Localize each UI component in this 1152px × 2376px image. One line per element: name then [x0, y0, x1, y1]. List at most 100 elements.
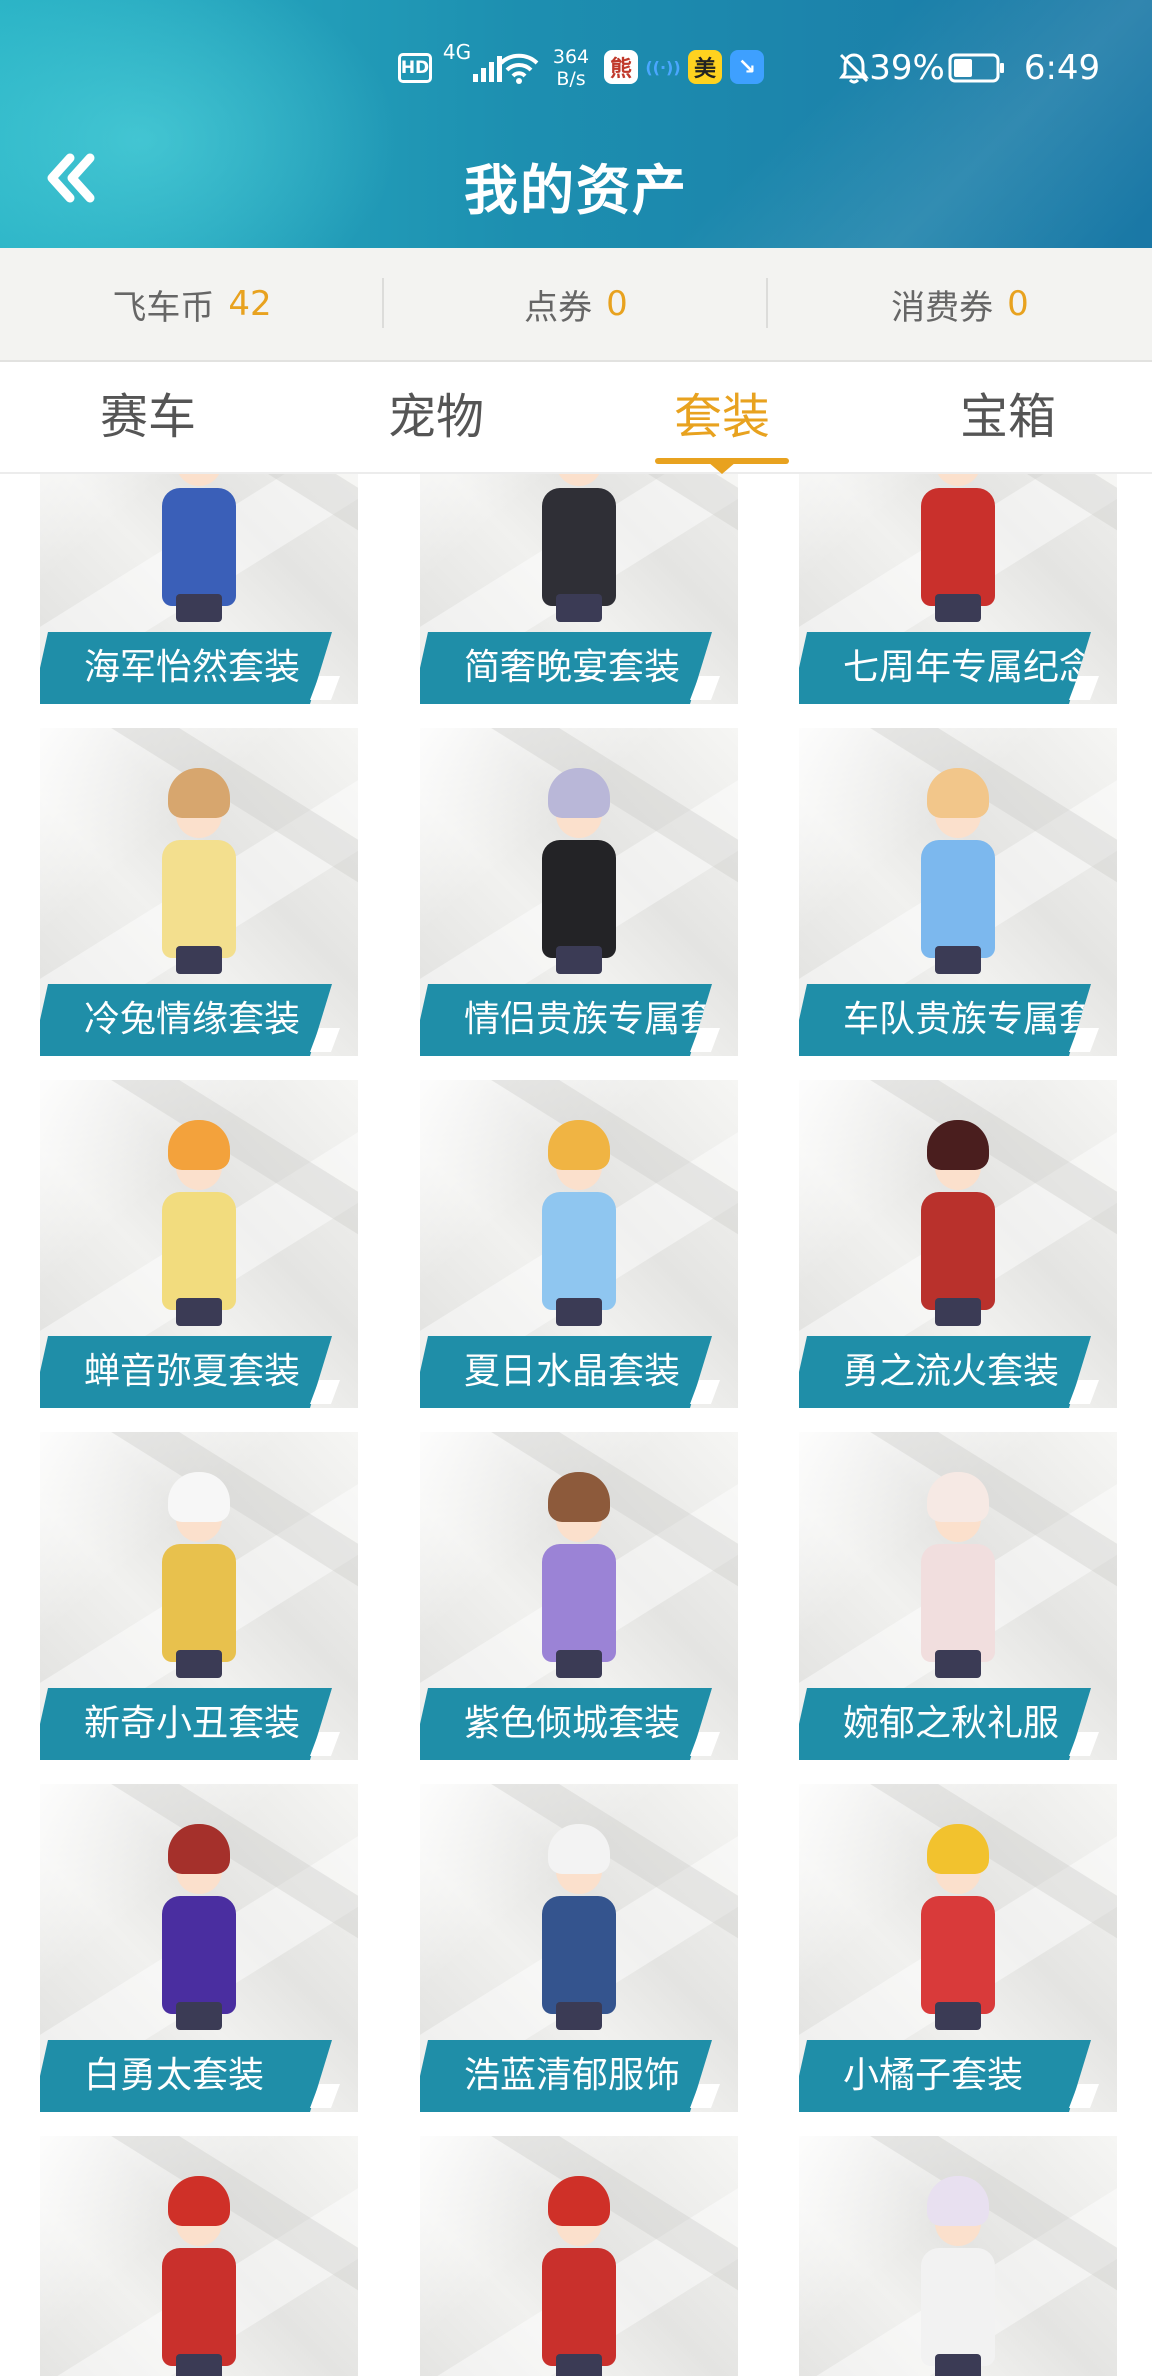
outfit-card[interactable]: 小橘子套装	[799, 1784, 1117, 2112]
outfit-card[interactable]: 简奢晚宴套装	[420, 474, 738, 704]
outfit-body	[921, 840, 995, 958]
outfit-card[interactable]: 车队贵族专属套装	[799, 728, 1117, 1056]
wifi-icon	[498, 40, 540, 96]
outfit-character-image	[913, 1472, 1003, 1682]
outfit-body	[921, 1896, 995, 2014]
tab-outfits[interactable]: 套装	[622, 382, 822, 452]
outfit-character-image	[154, 2176, 244, 2376]
outfit-legs	[935, 1650, 981, 1678]
outfit-body	[542, 1192, 616, 1310]
character-hair	[548, 768, 610, 818]
outfit-body	[162, 1192, 236, 1310]
outfit-card[interactable]: 蝉音弥夏套装	[40, 1080, 358, 1408]
outfit-legs	[556, 1650, 602, 1678]
app-header: HD 4G 364 B/s 熊 ((·)) 美 ↘ 39% 6:49 我的资产	[0, 0, 1152, 248]
character-hair	[168, 2176, 230, 2226]
outfit-card[interactable]: 新奇小丑套装	[40, 1432, 358, 1760]
character-hair	[168, 1120, 230, 1170]
balance-bar: 飞车币 42 点券 0 消费券 0	[0, 248, 1152, 362]
app-icon-bear: 熊	[604, 50, 638, 84]
outfit-legs	[556, 2002, 602, 2030]
balance-value: 42	[228, 284, 272, 324]
outfit-character-image	[534, 2176, 624, 2376]
outfit-character-image	[154, 1824, 244, 2034]
character-hair	[548, 1472, 610, 1522]
mute-bell-icon	[834, 40, 874, 96]
outfit-name-label: 白勇太套装	[40, 2040, 332, 2112]
balance-feichebi: 飞车币 42	[0, 248, 384, 360]
outfit-card[interactable]	[40, 2136, 358, 2376]
outfit-card[interactable]: 七周年专属纪念	[799, 474, 1117, 704]
outfit-legs	[556, 946, 602, 974]
network-type: 4G	[442, 40, 472, 64]
clock: 6:49	[1023, 48, 1101, 88]
outfit-card[interactable]: 冷兔情缘套装	[40, 728, 358, 1056]
outfit-card[interactable]: 夏日水晶套装	[420, 1080, 738, 1408]
character-hair	[168, 1824, 230, 1874]
outfit-name-label: 夏日水晶套装	[420, 1336, 712, 1408]
outfit-body	[162, 488, 236, 606]
outfit-character-image	[534, 768, 624, 978]
outfit-card[interactable]: 婉郁之秋礼服	[799, 1432, 1117, 1760]
balance-label: 消费券	[891, 287, 994, 328]
outfit-character-image	[534, 1824, 624, 2034]
outfit-name-label: 新奇小丑套装	[40, 1688, 332, 1760]
character-face	[176, 474, 222, 486]
outfit-legs	[935, 1298, 981, 1326]
character-hair	[927, 768, 989, 818]
character-hair	[927, 2176, 989, 2226]
outfit-legs	[176, 1298, 222, 1326]
outfit-body	[162, 840, 236, 958]
balance-xiaofeiquan: 消费券 0	[768, 248, 1152, 360]
outfit-grid: 海军怡然套装 简奢晚宴套装 七周年专属纪念冷兔情缘套装 情侣贵族专属套装 车队贵族专属套…	[0, 474, 1152, 2376]
outfit-body	[542, 488, 616, 606]
outfit-card[interactable]: 紫色倾城套装	[420, 1432, 738, 1760]
tab-cars[interactable]: 赛车	[48, 382, 248, 452]
outfit-character-image	[534, 1120, 624, 1330]
outfit-legs	[935, 2354, 981, 2376]
outfit-character-image	[154, 1472, 244, 1682]
outfit-name-label: 小橘子套装	[799, 2040, 1091, 2112]
outfit-name-label: 婉郁之秋礼服	[799, 1688, 1091, 1760]
outfit-body	[162, 1896, 236, 2014]
character-hair	[927, 1472, 989, 1522]
status-bar: HD 4G 364 B/s 熊 ((·)) 美 ↘ 39% 6:49	[0, 40, 1152, 96]
outfit-card[interactable]: 情侣贵族专属套装	[420, 728, 738, 1056]
outfit-card[interactable]	[799, 2136, 1117, 2376]
outfit-character-image	[913, 1824, 1003, 2034]
character-hair	[548, 1824, 610, 1874]
network-speed: 364 B/s	[552, 46, 590, 90]
outfit-card[interactable]: 海军怡然套装	[40, 474, 358, 704]
outfit-name-label: 浩蓝清郁服饰	[420, 2040, 712, 2112]
outfit-legs	[176, 1650, 222, 1678]
battery-percent: 39%	[869, 48, 945, 88]
balance-label: 飞车币	[112, 287, 215, 328]
outfit-legs	[176, 2354, 222, 2376]
outfit-body	[162, 2248, 236, 2366]
balance-value: 0	[606, 284, 628, 324]
outfit-card[interactable]: 勇之流火套装	[799, 1080, 1117, 1408]
category-tabs: 赛车 宠物 套装 宝箱	[0, 362, 1152, 474]
outfit-card[interactable]: 浩蓝清郁服饰	[420, 1784, 738, 2112]
outfit-body	[542, 840, 616, 958]
balance-label: 点券	[524, 287, 593, 328]
outfit-legs	[176, 2002, 222, 2030]
outfit-card[interactable]: 白勇太套装	[40, 1784, 358, 2112]
character-hair	[168, 768, 230, 818]
active-tab-caret-icon	[708, 462, 736, 474]
tab-pets[interactable]: 宠物	[336, 382, 536, 452]
character-hair	[927, 1824, 989, 1874]
outfit-card[interactable]	[420, 2136, 738, 2376]
outfit-body	[921, 488, 995, 606]
outfit-body	[162, 1544, 236, 1662]
tab-chests[interactable]: 宝箱	[908, 382, 1108, 452]
app-icon-blue: ↘	[730, 50, 764, 84]
outfit-character-image	[913, 1120, 1003, 1330]
outfit-legs	[556, 2354, 602, 2376]
character-face	[935, 474, 981, 486]
character-hair	[548, 2176, 610, 2226]
outfit-name-label: 情侣贵族专属套装	[420, 984, 712, 1056]
outfit-name-label: 车队贵族专属套装	[799, 984, 1091, 1056]
character-hair	[927, 1120, 989, 1170]
outfit-legs	[556, 594, 602, 622]
